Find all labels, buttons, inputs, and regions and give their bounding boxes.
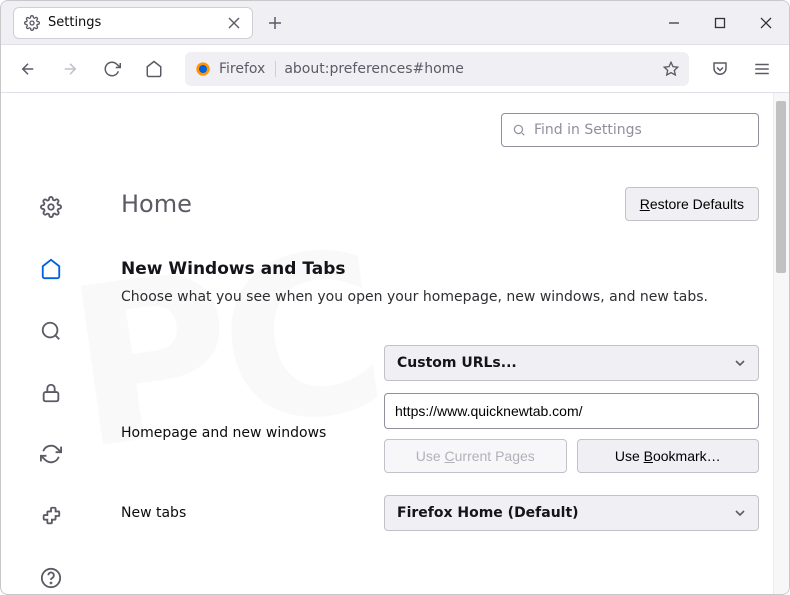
back-button[interactable] [11, 52, 45, 86]
home-button[interactable] [137, 52, 171, 86]
bookmark-star-icon[interactable] [663, 61, 679, 77]
new-tab-button[interactable] [261, 9, 289, 37]
page-heading: Home [121, 190, 192, 218]
use-bookmark-button[interactable]: Use Bookmark… [577, 439, 760, 473]
section-title: New Windows and Tabs [121, 259, 759, 279]
use-current-pages-button[interactable]: Use Current Pages [384, 439, 567, 473]
sidebar-item-extensions[interactable] [33, 500, 69, 532]
firefox-logo-icon [195, 61, 211, 77]
sidebar-item-sync[interactable] [33, 438, 69, 470]
search-placeholder: Find in Settings [534, 122, 642, 138]
sidebar-item-home[interactable] [33, 253, 69, 285]
reload-button[interactable] [95, 52, 129, 86]
pocket-button[interactable] [703, 52, 737, 86]
settings-sidebar [1, 93, 101, 594]
newtabs-mode-value: Firefox Home (Default) [397, 505, 579, 521]
sidebar-item-support[interactable] [33, 562, 69, 594]
settings-search-input[interactable]: Find in Settings [501, 113, 759, 147]
toolbar: Firefox about:preferences#home [1, 45, 789, 93]
content-area: PC [1, 93, 789, 594]
restore-defaults-button[interactable]: Restore Defaults [625, 187, 759, 221]
sidebar-item-search[interactable] [33, 315, 69, 347]
sidebar-item-privacy[interactable] [33, 377, 69, 409]
homepage-label: Homepage and new windows [121, 425, 326, 441]
close-window-button[interactable] [743, 1, 789, 45]
chevron-down-icon [734, 357, 746, 369]
maximize-button[interactable] [697, 1, 743, 45]
window-controls [651, 1, 789, 45]
newtabs-mode-select[interactable]: Firefox Home (Default) [384, 495, 759, 531]
minimize-button[interactable] [651, 1, 697, 45]
identity-label: Firefox [219, 61, 276, 77]
homepage-mode-value: Custom URLs... [397, 355, 517, 371]
tab-title: Settings [48, 15, 218, 30]
menu-button[interactable] [745, 52, 779, 86]
chevron-down-icon [734, 507, 746, 519]
forward-button[interactable] [53, 52, 87, 86]
sidebar-item-general[interactable] [33, 191, 69, 223]
homepage-url-input[interactable] [384, 393, 759, 429]
browser-tab[interactable]: Settings [13, 7, 253, 39]
newtabs-label: New tabs [121, 505, 186, 521]
section-description: Choose what you see when you open your h… [121, 289, 759, 305]
url-text: about:preferences#home [284, 61, 655, 77]
url-bar[interactable]: Firefox about:preferences#home [185, 52, 689, 86]
close-tab-button[interactable] [226, 15, 242, 31]
browser-window: Settings Fir [0, 0, 790, 595]
titlebar: Settings [1, 1, 789, 45]
gear-icon [24, 15, 40, 31]
scrollbar-track[interactable] [773, 93, 789, 594]
homepage-mode-select[interactable]: Custom URLs... [384, 345, 759, 381]
search-icon [512, 123, 526, 137]
settings-main: Find in Settings Home Restore Defaults N… [101, 93, 789, 594]
scrollbar-thumb[interactable] [776, 101, 786, 273]
